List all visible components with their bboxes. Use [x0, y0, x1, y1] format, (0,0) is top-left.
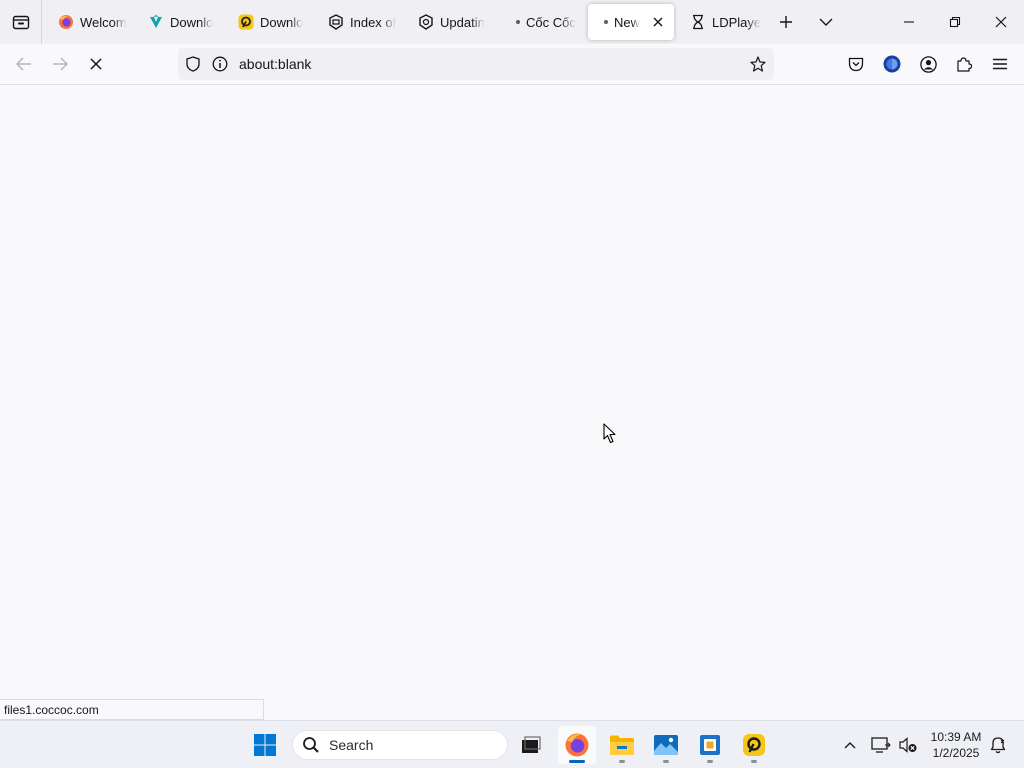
- running-app-indicator: [619, 760, 625, 763]
- task-view-icon: [522, 736, 541, 753]
- speaker-muted-icon: [899, 737, 917, 753]
- tab-title: Cốc Cốc: [526, 14, 576, 30]
- navigation-toolbar: about:blank: [0, 44, 1024, 85]
- url-bar[interactable]: about:blank: [178, 48, 774, 80]
- index-page-icon: [328, 14, 344, 30]
- taskbar-ldplayer[interactable]: [735, 726, 773, 764]
- list-all-tabs-button[interactable]: [810, 6, 842, 38]
- back-arrow-icon: [16, 57, 31, 71]
- tab-title: Downlo: [260, 14, 304, 30]
- coccoc-download-icon: [148, 14, 164, 30]
- extensions-button[interactable]: [948, 48, 980, 80]
- restore-icon: [949, 16, 961, 28]
- taskbar-file-explorer[interactable]: [603, 726, 641, 764]
- windows-taskbar: Search 10:39 AM 1/2/2025: [0, 720, 1024, 768]
- close-icon: [995, 16, 1007, 28]
- forward-arrow-icon: [53, 57, 68, 71]
- app-menu-button[interactable]: [984, 48, 1016, 80]
- plus-icon: [780, 16, 792, 28]
- network-tray-button[interactable]: [869, 733, 893, 757]
- hamburger-menu-icon: [993, 58, 1007, 70]
- search-label: Search: [329, 737, 374, 753]
- taskbar-firefox[interactable]: [558, 726, 596, 764]
- bookmark-star-icon[interactable]: [750, 56, 766, 72]
- tab-title: New: [614, 14, 641, 30]
- network-icon: [871, 737, 891, 753]
- tab-welcome[interactable]: Welcom: [48, 4, 132, 40]
- running-app-indicator: [663, 760, 669, 763]
- url-text[interactable]: about:blank: [239, 56, 311, 72]
- new-tab-button[interactable]: [770, 6, 802, 38]
- loading-dot: [516, 20, 520, 24]
- status-url-panel: files1.coccoc.com: [0, 699, 264, 720]
- clock-date: 1/2/2025: [932, 746, 980, 760]
- notifications-button[interactable]: [986, 733, 1010, 757]
- pocket-icon: [848, 57, 864, 71]
- shield-icon[interactable]: [185, 56, 201, 72]
- extension-globe-icon: [883, 55, 901, 73]
- virtualbox-icon: [700, 735, 720, 755]
- back-button[interactable]: [8, 48, 40, 80]
- show-hidden-icons-button[interactable]: [838, 733, 862, 757]
- mouse-cursor-icon: [603, 423, 616, 444]
- volume-tray-button[interactable]: [896, 733, 920, 757]
- ldplayer-icon: [238, 14, 254, 30]
- minimize-button[interactable]: [886, 0, 932, 44]
- running-app-indicator: [751, 760, 757, 763]
- account-icon: [919, 55, 937, 73]
- firefox-view-icon: [12, 15, 29, 30]
- file-explorer-icon: [610, 735, 634, 755]
- tab-updating[interactable]: Updatin: [408, 4, 494, 40]
- firefox-view-button[interactable]: [0, 0, 42, 44]
- status-url-text: files1.coccoc.com: [4, 703, 99, 717]
- puzzle-icon: [957, 57, 972, 72]
- ldplayer-icon: [743, 734, 765, 756]
- loading-dot: [604, 20, 608, 24]
- hourglass-icon: [690, 14, 706, 30]
- account-button[interactable]: [912, 48, 944, 80]
- search-icon: [301, 735, 321, 755]
- task-view-button[interactable]: [512, 726, 550, 764]
- stop-button[interactable]: [80, 48, 112, 80]
- chevron-up-icon: [844, 742, 856, 749]
- firefox-icon: [565, 733, 589, 757]
- chevron-down-icon: [819, 18, 833, 26]
- taskbar-photos[interactable]: [647, 726, 685, 764]
- tab-title: Welcom: [80, 14, 127, 30]
- tab-download-2[interactable]: Downlo: [228, 4, 312, 40]
- tab-strip: Welcom Downlo Downlo Index of Updatin Cố…: [0, 0, 1024, 44]
- running-app-indicator: [707, 760, 713, 763]
- tab-index-of[interactable]: Index of: [318, 4, 404, 40]
- start-button[interactable]: [246, 726, 284, 764]
- clock-time: 10:39 AM: [930, 730, 982, 744]
- tab-coccoc[interactable]: Cốc Cốc: [504, 4, 582, 40]
- forward-button[interactable]: [44, 48, 76, 80]
- taskbar-search-box[interactable]: Search: [292, 730, 508, 760]
- firefox-icon: [58, 14, 74, 30]
- tab-new-active[interactable]: New: [588, 4, 674, 40]
- system-clock[interactable]: 10:39 AM 1/2/2025: [926, 729, 986, 761]
- info-icon[interactable]: [212, 56, 228, 72]
- minimize-icon: [904, 21, 914, 23]
- close-tab-icon[interactable]: [650, 14, 666, 30]
- taskbar-virtualbox[interactable]: [691, 726, 729, 764]
- tab-title: Updatin: [440, 14, 485, 30]
- extension-button[interactable]: [876, 48, 908, 80]
- restore-button[interactable]: [932, 0, 978, 44]
- page-content-area[interactable]: [0, 85, 1024, 720]
- tab-title: Downlo: [170, 14, 214, 30]
- tab-download-1[interactable]: Downlo: [138, 4, 222, 40]
- pocket-button[interactable]: [840, 48, 872, 80]
- photos-icon: [654, 735, 678, 755]
- close-window-button[interactable]: [978, 0, 1024, 44]
- windows-logo-icon: [254, 734, 276, 756]
- active-app-indicator: [569, 760, 585, 763]
- updating-icon: [418, 14, 434, 30]
- tab-title: LDPlaye: [712, 14, 762, 30]
- notification-bell-icon: [990, 737, 1006, 754]
- stop-icon: [90, 58, 102, 70]
- tab-title: Index of: [350, 14, 397, 30]
- tab-ldplayer[interactable]: LDPlaye: [680, 4, 766, 40]
